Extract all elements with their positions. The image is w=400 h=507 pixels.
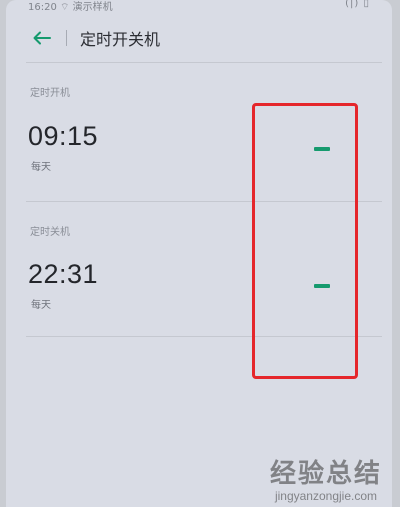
status-bar: 16:20 ⌔ 演示样机 (|) ▯ [6, 0, 392, 14]
watermark-text: 经验总结 [269, 459, 382, 489]
status-bar-icons: (|) ▯ [345, 0, 370, 9]
watermark: 经验总结 jingyanzongjie.com [270, 459, 382, 503]
red-highlight-box [252, 103, 358, 379]
status-bar-left: 16:20 ⌔ 演示样机 [28, 2, 113, 13]
section-title-power-on: 定时开机 [30, 88, 70, 99]
power-on-repeat: 每天 [31, 162, 51, 173]
power-off-time: 22:31 [28, 259, 99, 289]
header-bottom-line [26, 62, 382, 63]
header-divider [66, 30, 67, 46]
app-header: 定时开关机 [6, 16, 392, 60]
power-off-repeat: 每天 [31, 300, 51, 311]
page-title: 定时开关机 [80, 30, 161, 49]
back-arrow-icon [33, 31, 51, 45]
watermark-url: jingyanzongjie.com [274, 489, 378, 503]
power-on-time: 09:15 [28, 121, 99, 151]
back-button[interactable] [28, 24, 56, 52]
phone-screen: 16:20 ⌔ 演示样机 (|) ▯ 定时开关机 定时开机 09:15 每天 定… [6, 0, 392, 507]
section-title-power-off: 定时关机 [30, 227, 70, 238]
